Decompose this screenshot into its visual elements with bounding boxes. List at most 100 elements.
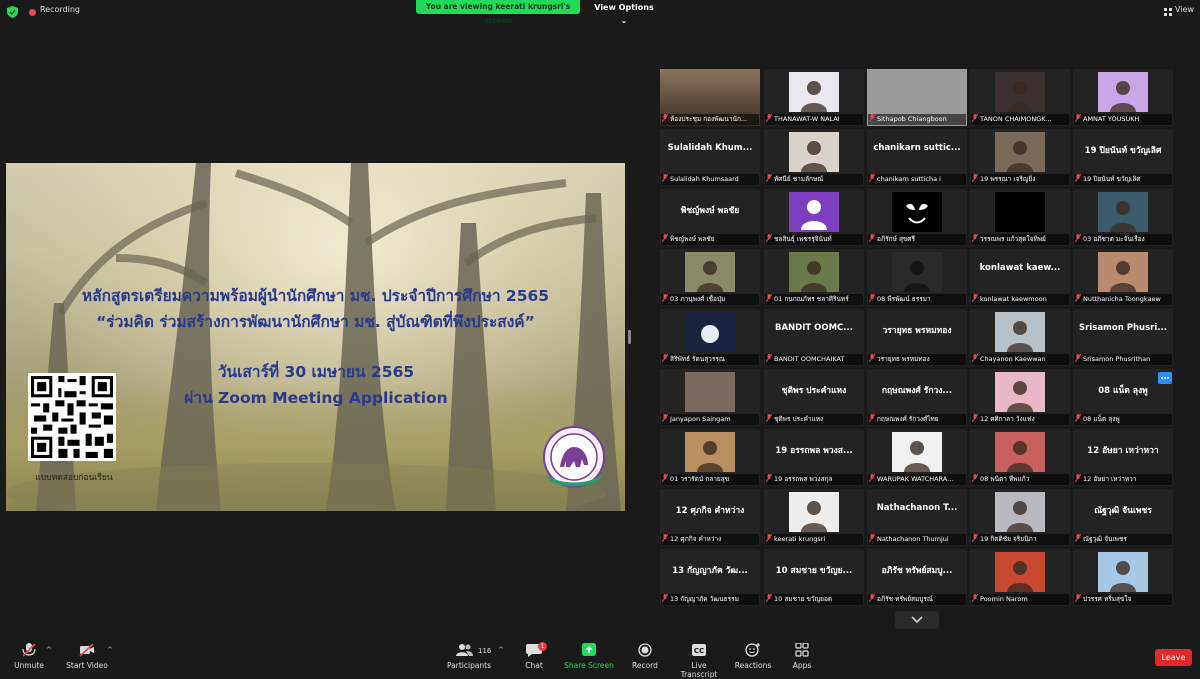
svg-text:CC: CC	[694, 647, 704, 655]
participant-display-name: 12 ศุภกิจ คำหว่าง	[675, 506, 745, 516]
participant-tile[interactable]: 19 กิตติชัย จริยนิภา	[970, 489, 1070, 546]
gallery-scroll-down-button[interactable]	[895, 611, 939, 629]
start-video-button[interactable]: Start Video	[62, 643, 112, 670]
participants-caret-icon[interactable]: ^	[498, 646, 504, 654]
participant-tile[interactable]: 12 อัษยา เหว่าหวา 12 อัษยา เหว่าหวา	[1073, 429, 1173, 486]
participant-tile[interactable]: Srisamon Phusri... Srisamon Phusrithan	[1073, 309, 1173, 366]
apps-button[interactable]: Apps	[786, 643, 818, 670]
venom-avatar-icon	[906, 203, 928, 224]
person-silhouette-icon	[1110, 201, 1136, 232]
participant-tile[interactable]: ชุติพร ประคำแหง ชุติพร ประคำแหง	[764, 369, 864, 426]
mic-muted-icon	[972, 234, 978, 242]
participant-tile[interactable]: keerati krungsri	[764, 489, 864, 546]
participant-name-caption: ห้องประชุม กองพัฒนานัก...	[661, 114, 759, 125]
share-screen-button[interactable]: Share Screen	[564, 643, 614, 670]
participant-tile[interactable]: Janyapon Saingam	[660, 369, 760, 426]
participant-tile[interactable]: Sulalidah Khum... Sulalidah Khumsaard	[660, 129, 760, 186]
participant-tile[interactable]: 03 อภิชาต มะจันเรือง	[1073, 189, 1173, 246]
view-options-button[interactable]: View Options ⌄	[592, 1, 656, 25]
participant-tile[interactable]: พิชญ์พงษ์ พลชัย พิชญ์พงษ์ พลชัย	[660, 189, 760, 246]
view-grid-icon[interactable]	[1164, 8, 1172, 16]
split-view-divider-handle[interactable]	[628, 330, 631, 344]
participant-tile[interactable]: Nathachanon T... Nathachanon Thumjui	[867, 489, 967, 546]
participant-name-caption: 03 อภิชาต มะจันเรือง	[1074, 234, 1172, 245]
participant-tile[interactable]: TANON CHAIMONGK...	[970, 69, 1070, 126]
mic-muted-icon	[1075, 174, 1081, 182]
participant-tile[interactable]: ณัฐวุฒิ จันเพชร ณัฐวุฒิ จันเพชร	[1073, 489, 1173, 546]
participant-name-caption: Chayanon Kaewwan	[971, 354, 1069, 365]
mic-muted-icon	[662, 354, 668, 362]
mic-muted-icon	[1075, 474, 1081, 482]
participant-tile[interactable]: 13 กัญญาภัค วัฒ... 13 กัญญาภัค วัฒนธรรม	[660, 549, 760, 606]
participant-tile[interactable]: 10 สมชาย ขวัญย... 10 สมชาย ขวัญยอด	[764, 549, 864, 606]
participant-tile[interactable]: อภิรัช ทรัพย์สมบู... อภิรัช ทรัพย์สมบูรณ์	[867, 549, 967, 606]
leave-meeting-button[interactable]: Leave	[1155, 649, 1192, 666]
mic-muted-icon	[869, 594, 875, 602]
participant-tile[interactable]: konlawat kaew... konlawat kaewmoon	[970, 249, 1070, 306]
participant-tile[interactable]: 12 ศศิกาลา วังแฟง	[970, 369, 1070, 426]
mic-muted-icon	[972, 414, 978, 422]
participant-tile[interactable]: 19 ปิยนันท์ ขวัญเลิศ 19 ปิยนันท์ ขวัญเลิศ	[1073, 129, 1173, 186]
participant-tile[interactable]: Sithapob Chiangboon	[867, 69, 967, 126]
participant-display-name: Sulalidah Khum...	[667, 143, 753, 153]
view-button[interactable]: View	[1175, 5, 1194, 14]
participant-tile[interactable]: 19 อรรถพล พวงส... 19 อรรถพล พวงสกุล	[764, 429, 864, 486]
participant-name: 03 ภานุพงศ์ เชื่อปุ่ม	[670, 295, 726, 303]
video-options-caret-icon[interactable]: ^	[107, 646, 113, 654]
mic-muted-icon	[869, 474, 875, 482]
participant-tile[interactable]: 19 พรรณา เจริญยิ่ง	[970, 129, 1070, 186]
participant-tile[interactable]: 01 กนกณภัทร ชลาศิรินทร์	[764, 249, 864, 306]
participant-tile[interactable]: ห้องประชุม กองพัฒนานัก...	[660, 69, 760, 126]
participant-video-thumbnail	[995, 72, 1045, 112]
participant-tile[interactable]: Poomin Narom	[970, 549, 1070, 606]
apps-grid-icon	[795, 643, 809, 657]
participant-tile[interactable]: Chayanon Kaewwan	[970, 309, 1070, 366]
participant-tile[interactable]: 03 ภานุพงศ์ เชื่อปุ่ม	[660, 249, 760, 306]
participant-tile[interactable]: ทัศนีย์ ชามลักษณ์	[764, 129, 864, 186]
security-shield-icon[interactable]	[7, 6, 18, 18]
participant-tile[interactable]: ชลสินธุ์ เพชรรุจินันท์	[764, 189, 864, 246]
record-button[interactable]: Record	[628, 643, 662, 670]
participant-tile[interactable]: WARUPAK WATCHARA...	[867, 429, 967, 486]
participant-tile[interactable]: กฤษณพงศ์ รักวง... กฤษณพงศ์ รักวงศ์ไทย	[867, 369, 967, 426]
live-transcript-button[interactable]: CC Live Transcript	[672, 643, 726, 679]
mic-muted-icon	[1075, 294, 1081, 302]
mic-muted-icon	[766, 174, 772, 182]
reactions-button[interactable]: Reactions	[734, 643, 772, 670]
more-options-button[interactable]	[1158, 372, 1172, 384]
participant-display-name: ณัฐวุฒิ จันเพชร	[1094, 506, 1152, 516]
participant-tile[interactable]: 12 ศุภกิจ คำหว่าง 12 ศุภกิจ คำหว่าง	[660, 489, 760, 546]
participant-tile[interactable]: 08 พีรพัฒน์ ธรรมา	[867, 249, 967, 306]
participant-tile[interactable]: BANDIT OOMC... BANDIT OOMCHAIKAT	[764, 309, 864, 366]
participant-name-caption: กฤษณพงศ์ รักวงศ์ไทย	[868, 414, 966, 425]
participant-tile[interactable]: AMNAT YOUSUKH	[1073, 69, 1173, 126]
participant-tile[interactable]: วรรณพร แก้วสุดใจทิพย์	[970, 189, 1070, 246]
participant-tile[interactable]: 01 วรารัตน์ กลายสุข	[660, 429, 760, 486]
participants-count: 116	[478, 647, 492, 655]
participant-video-thumbnail	[995, 552, 1045, 592]
participant-display-name: ชุติพร ประคำแหง	[781, 386, 847, 396]
mic-muted-icon	[766, 114, 772, 122]
participant-name-caption: ทัศนีย์ ชามลักษณ์	[765, 174, 863, 185]
participant-name: สิริพัทธ์ รัตนสุวรรณ	[670, 355, 725, 363]
participant-name: 12 ศศิกาลา วังแฟง	[980, 415, 1035, 423]
participant-video-thumbnail	[892, 252, 942, 292]
audio-options-caret-icon[interactable]: ^	[46, 646, 52, 654]
participant-tile[interactable]: วรายุทธ พรหมทอง วรายุทธ พรหมทอง	[867, 309, 967, 366]
participant-tile[interactable]: อภิรักษ์ สุขศรี	[867, 189, 967, 246]
participant-tile[interactable]: ปวรรศ หริ่มสุขใจ	[1073, 549, 1173, 606]
participant-tile[interactable]: THANAWAT-W NALAI	[764, 69, 864, 126]
participant-name: อภิรักษ์ สุขศรี	[877, 235, 915, 243]
participant-tile[interactable]: chanikarn suttic... chanikarn sutticha i	[867, 129, 967, 186]
chevron-down-icon: ⌄	[620, 16, 628, 25]
mic-muted-icon	[766, 354, 772, 362]
unmute-button[interactable]: Unmute	[9, 643, 49, 670]
participant-name-caption: 19 กิตติชัย จริยนิภา	[971, 534, 1069, 545]
participant-tile[interactable]: Nutthanicha Toongkaew	[1073, 249, 1173, 306]
participant-tile[interactable]: สิริพัทธ์ รัตนสุวรรณ	[660, 309, 760, 366]
participant-tile[interactable]: 08 พนิดา ทีพแก้ว	[970, 429, 1070, 486]
chat-unread-badge: 1	[538, 642, 547, 651]
participant-name-caption: 12 ศุภกิจ คำหว่าง	[661, 534, 759, 545]
participant-video-thumbnail	[789, 132, 839, 172]
university-seal-logo	[543, 426, 605, 488]
